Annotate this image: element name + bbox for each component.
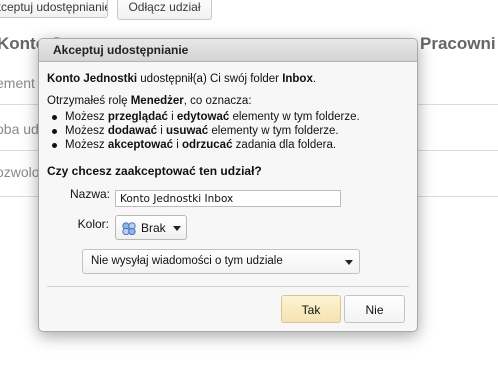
permission-text: i	[167, 111, 177, 123]
chevron-down-icon	[345, 260, 353, 265]
background-row-label: ozwolo	[0, 164, 40, 180]
screen: Akceptuj udostępnianie Odłącz udział Kon…	[0, 0, 498, 378]
accept-question: Czy chcesz zaakceptować ten udział?	[47, 164, 262, 178]
no-button[interactable]: Nie	[344, 295, 405, 323]
permission-verb: odrzucać	[181, 139, 233, 151]
background-title-right: Pracowni	[420, 34, 496, 53]
color-select[interactable]: Brak	[115, 215, 187, 240]
permission-text: elementy w tym folderze.	[208, 125, 339, 137]
permission-text: zadania dla foldera.	[232, 139, 337, 151]
color-label: Kolor:	[77, 217, 109, 231]
name-label: Nazwa:	[69, 187, 110, 201]
share-folder-name: Inbox	[282, 73, 313, 85]
color-circles-icon	[122, 222, 136, 235]
detach-share-button[interactable]: Odłącz udział	[117, 0, 212, 20]
permission-text: Możesz	[65, 139, 108, 151]
dialog-title: Akceptuj udostępnianie	[53, 43, 189, 57]
role-suffix: , co oznacza:	[183, 95, 252, 107]
permission-text: i	[173, 139, 182, 151]
background-row-label: oba ud	[0, 121, 39, 137]
notification-select-value: Nie wysyłaj wiadomości o tym udziale	[91, 255, 283, 267]
permission-verb: akceptować	[107, 139, 174, 151]
accept-share-button[interactable]: Akceptuj udostępnianie	[0, 0, 108, 18]
dialog-titlebar[interactable]: Akceptuj udostępnianie	[39, 39, 417, 62]
permission-text: i	[157, 125, 166, 137]
role-description: Otrzymałeś rolę Menedżer, co oznacza:	[47, 95, 252, 107]
chevron-down-icon	[173, 226, 181, 231]
role-prefix: Otrzymałeś rolę	[47, 95, 131, 107]
dialog-divider	[47, 286, 409, 287]
permission-verb: usuwać	[166, 125, 209, 137]
permission-verb: edytować	[176, 111, 230, 123]
permission-item: Możesz przeglądać i edytować elementy w …	[47, 110, 360, 124]
permission-item: Możesz akceptować i odrzucać zadania dla…	[47, 138, 360, 152]
share-text: udostępnił(a) Ci swój folder	[137, 73, 283, 85]
permission-text: Możesz	[65, 111, 108, 123]
yes-button[interactable]: Tak	[281, 295, 341, 323]
name-input[interactable]	[115, 190, 341, 207]
share-text-end: .	[312, 73, 317, 85]
share-description: Konto Jednostki udostępnił(a) Ci swój fo…	[47, 73, 316, 85]
color-select-value: Brak	[141, 221, 166, 235]
share-account-name: Konto Jednostki	[47, 73, 138, 85]
role-name: Menedżer	[130, 95, 184, 107]
permission-text: Możesz	[65, 125, 108, 137]
notification-select[interactable]: Nie wysyłaj wiadomości o tym udziale	[82, 249, 360, 274]
permissions-list: Możesz przeglądać i edytować elementy w …	[47, 110, 360, 152]
permission-verb: przeglądać	[107, 111, 168, 123]
permission-verb: dodawać	[107, 125, 158, 137]
permission-text: elementy w tym folderze.	[229, 111, 360, 123]
accept-share-dialog: Akceptuj udostępnianie Konto Jednostki u…	[38, 38, 418, 332]
permission-item: Możesz dodawać i usuwać elementy w tym f…	[47, 124, 360, 138]
